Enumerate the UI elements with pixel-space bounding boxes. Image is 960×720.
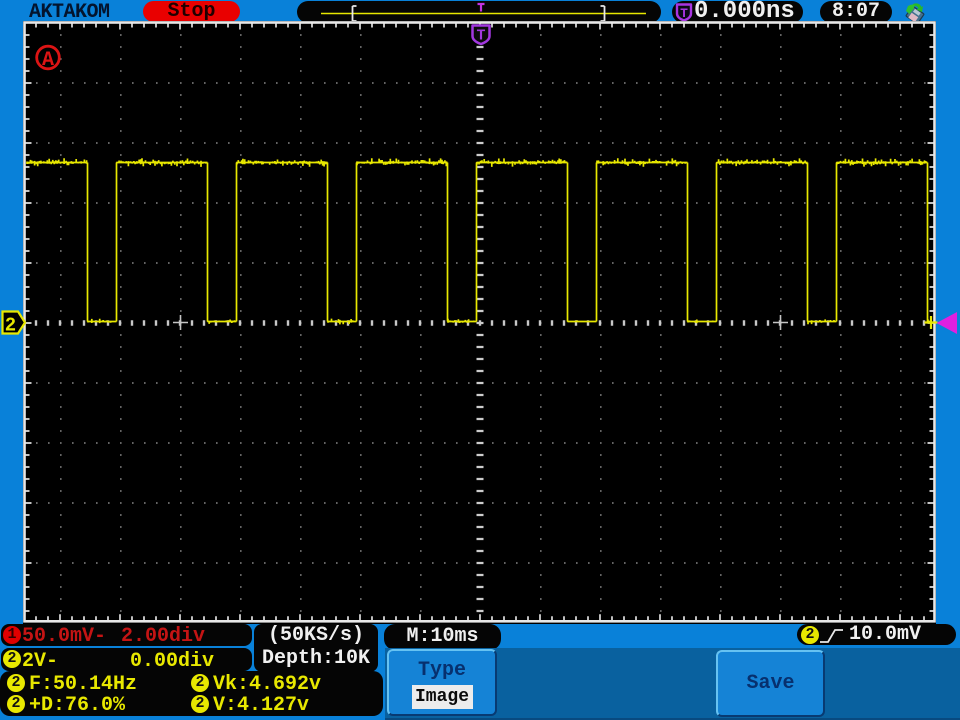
svg-text:2: 2 <box>5 315 16 337</box>
svg-text:T: T <box>476 28 485 45</box>
svg-text:A: A <box>42 49 54 72</box>
